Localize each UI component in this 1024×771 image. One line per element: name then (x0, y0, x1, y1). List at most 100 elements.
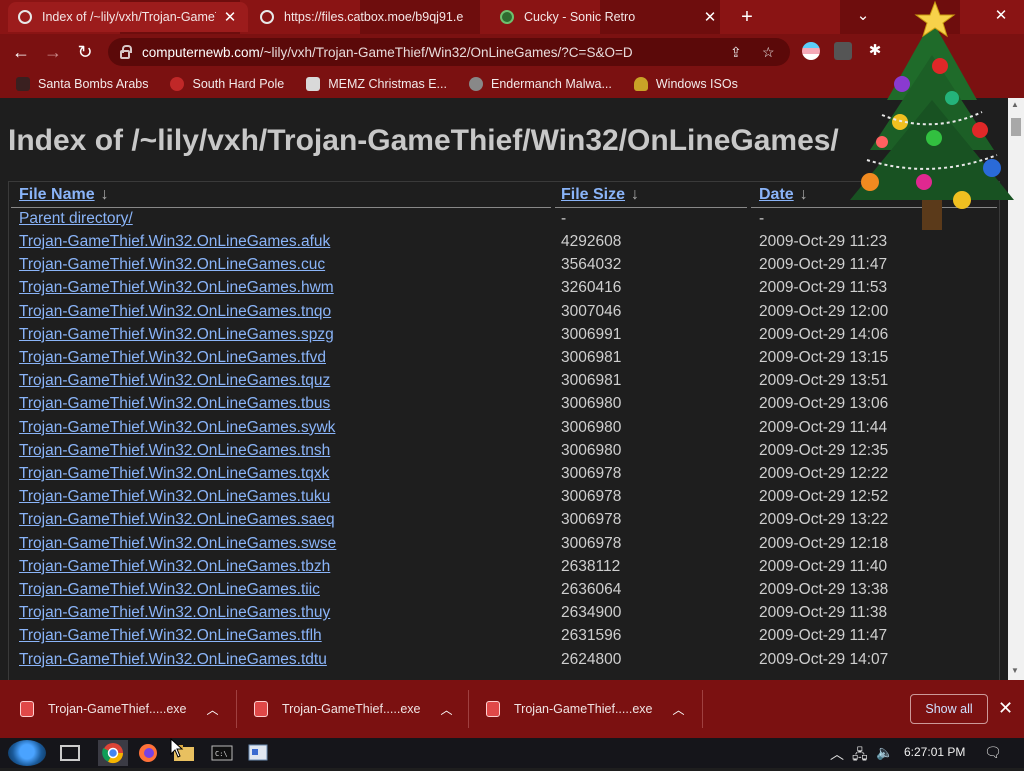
file-link[interactable]: Trojan-GameThief.Win32.OnLineGames.sywk (19, 419, 335, 437)
address-bar[interactable]: computernewb.com/~lily/vxh/Trojan-GameTh… (108, 38, 790, 66)
chevron-up-icon[interactable]: ︿ (672, 701, 684, 718)
file-row: Trojan-GameThief.Win32.OnLineGames.spzg 3… (9, 326, 999, 349)
scroll-down-icon[interactable]: ▼ (1011, 666, 1019, 675)
download-filename: Trojan-GameThief.....exe (514, 702, 653, 716)
taskbar-chrome-active[interactable] (98, 740, 128, 766)
bookmark-favicon-icon (306, 77, 321, 91)
network-icon[interactable]: 🖧 (852, 744, 868, 768)
file-link[interactable]: Trojan-GameThief.Win32.OnLineGames.tflh (19, 627, 322, 645)
file-link[interactable]: Trojan-GameThief.Win32.OnLineGames.saeq (19, 511, 335, 529)
file-link[interactable]: Trojan-GameThief.Win32.OnLineGames.tfvd (19, 349, 326, 367)
sort-arrow-icon: ↓ (799, 186, 808, 203)
file-row: Trojan-GameThief.Win32.OnLineGames.tquz 3… (9, 372, 999, 395)
file-link[interactable]: Trojan-GameThief.Win32.OnLineGames.tbus (19, 395, 330, 413)
bookmark-star-icon[interactable]: ☆ (762, 44, 775, 61)
chevron-up-icon[interactable]: ︿ (440, 701, 452, 718)
file-date: 2009-Oct-29 13:38 (759, 581, 889, 598)
globe-icon (260, 10, 274, 24)
show-hidden-icons-icon[interactable]: ︿ (830, 744, 844, 764)
column-header-date[interactable]: Date ↓ (759, 186, 808, 204)
firefox-icon (139, 744, 157, 762)
tab-index-listing[interactable]: Index of /~lily/vxh/Trojan-GameThief/Win… (8, 2, 248, 32)
show-all-downloads-button[interactable]: Show all (910, 694, 988, 724)
reload-icon[interactable]: ↻ (74, 41, 96, 63)
file-size: 3006978 (561, 534, 622, 552)
download-filename: Trojan-GameThief.....exe (282, 702, 421, 716)
bookmark-endermanch-malware[interactable]: Endermanch Malwa... (468, 77, 612, 91)
file-link[interactable]: Trojan-GameThief.Win32.OnLineGames.tnsh (19, 442, 330, 460)
bookmark-south-hard-pole[interactable]: South Hard Pole (170, 77, 284, 91)
file-date: 2009-Oct-29 14:06 (759, 325, 889, 343)
file-link[interactable]: Trojan-GameThief.Win32.OnLineGames.thuy (19, 604, 330, 622)
tab-sonic-retro[interactable]: Cucky - Sonic Retro ✕ (490, 2, 728, 32)
tab-catbox[interactable]: https://files.catbox.moe/b9qj91.e (250, 2, 488, 32)
start-button[interactable] (8, 740, 46, 766)
notifications-icon[interactable]: 🗨 (984, 744, 1002, 761)
file-row: Trojan-GameThief.Win32.OnLineGames.tflh 2… (9, 627, 999, 650)
bookmark-windows-isos[interactable]: Windows ISOs (633, 77, 738, 91)
bookmark-label: MEMZ Christmas E... (328, 77, 447, 91)
close-download-shelf-icon[interactable]: ✕ (998, 698, 1013, 719)
parent-directory-link[interactable]: Parent directory/ (19, 210, 133, 228)
close-tab-icon[interactable]: ✕ (702, 8, 718, 26)
task-view-icon[interactable] (60, 745, 80, 761)
column-header-file-name[interactable]: File Name ↓ (19, 186, 109, 204)
taskbar-firefox[interactable] (136, 742, 160, 764)
bookmark-favicon-icon (170, 77, 185, 91)
terminal-icon: C:\ (211, 745, 233, 761)
share-icon[interactable]: ⇪ (730, 44, 742, 61)
file-link[interactable]: Trojan-GameThief.Win32.OnLineGames.tquz (19, 372, 330, 390)
file-date: 2009-Oct-29 12:35 (759, 441, 889, 459)
volume-icon[interactable]: 🔈 (876, 744, 893, 761)
christmas-tree-overlay (850, 0, 1014, 230)
file-date: 2009-Oct-29 11:44 (759, 418, 888, 436)
download-item[interactable]: Trojan-GameThief.....exe ︿ (20, 692, 219, 726)
header-divider (11, 207, 551, 208)
file-link[interactable]: Trojan-GameThief.Win32.OnLineGames.hwm (19, 279, 334, 297)
file-link[interactable]: Trojan-GameThief.Win32.OnLineGames.cuc (19, 256, 325, 274)
file-link[interactable]: Trojan-GameThief.Win32.OnLineGames.afuk (19, 233, 330, 251)
mouse-cursor-icon (170, 738, 184, 758)
close-tab-icon[interactable]: ✕ (222, 8, 238, 26)
windows-taskbar: C:\ ︿ 🖧 🔈 6:27:01 PM 🗨 (0, 738, 1024, 768)
file-link[interactable]: Trojan-GameThief.Win32.OnLineGames.tnqo (19, 303, 331, 321)
taskbar-cmd[interactable]: C:\ (210, 742, 234, 764)
download-divider (702, 690, 703, 728)
executable-file-icon (486, 701, 500, 717)
application-window-icon (248, 744, 268, 761)
file-date: 2009-Oct-29 13:06 (759, 395, 889, 413)
tab-title: https://files.catbox.moe/b9qj91.e (284, 10, 464, 24)
file-row: Trojan-GameThief.Win32.OnLineGames.sywk 3… (9, 419, 999, 442)
taskbar-clock[interactable]: 6:27:01 PM (904, 745, 965, 759)
file-row: Trojan-GameThief.Win32.OnLineGames.tbzh 2… (9, 558, 999, 581)
file-link[interactable]: Trojan-GameThief.Win32.OnLineGames.tuku (19, 488, 330, 506)
bookmark-santa-bombs-arabs[interactable]: Santa Bombs Arabs (16, 77, 148, 91)
download-item[interactable]: Trojan-GameThief.....exe ︿ (254, 692, 453, 726)
bookmark-memz-christmas[interactable]: MEMZ Christmas E... (306, 77, 447, 91)
tab-title: Cucky - Sonic Retro (524, 10, 636, 24)
file-size: 3006981 (561, 372, 622, 390)
sort-arrow-icon: ↓ (100, 186, 109, 203)
file-row: Trojan-GameThief.Win32.OnLineGames.tiic 2… (9, 581, 999, 604)
download-filename: Trojan-GameThief.....exe (48, 702, 187, 716)
file-size: 2624800 (561, 650, 622, 668)
file-size: 3006980 (561, 418, 622, 436)
extension-flag-icon[interactable] (802, 42, 820, 60)
chevron-up-icon[interactable]: ︿ (206, 701, 218, 718)
new-tab-button[interactable]: + (736, 6, 758, 28)
file-link[interactable]: Trojan-GameThief.Win32.OnLineGames.tiic (19, 581, 320, 599)
download-item[interactable]: Trojan-GameThief.....exe ︿ (486, 692, 685, 726)
file-link[interactable]: Trojan-GameThief.Win32.OnLineGames.tbzh (19, 558, 330, 576)
file-link[interactable]: Trojan-GameThief.Win32.OnLineGames.tqxk (19, 465, 329, 483)
column-header-file-size[interactable]: File Size ↓ (561, 186, 639, 204)
file-link[interactable]: Trojan-GameThief.Win32.OnLineGames.tdtu (19, 651, 327, 669)
back-arrow-icon[interactable]: ← (10, 41, 32, 63)
executable-file-icon (20, 701, 34, 717)
file-date: 2009-Oct-29 11:53 (759, 279, 888, 297)
taskbar-app[interactable] (246, 742, 270, 764)
bookmark-label: Endermanch Malwa... (490, 77, 612, 91)
file-link[interactable]: Trojan-GameThief.Win32.OnLineGames.swse (19, 535, 336, 553)
file-link[interactable]: Trojan-GameThief.Win32.OnLineGames.spzg (19, 326, 334, 344)
forward-arrow-icon[interactable]: → (42, 41, 64, 63)
tab-title: Index of /~lily/vxh/Trojan-GameThief/Win… (42, 10, 216, 24)
